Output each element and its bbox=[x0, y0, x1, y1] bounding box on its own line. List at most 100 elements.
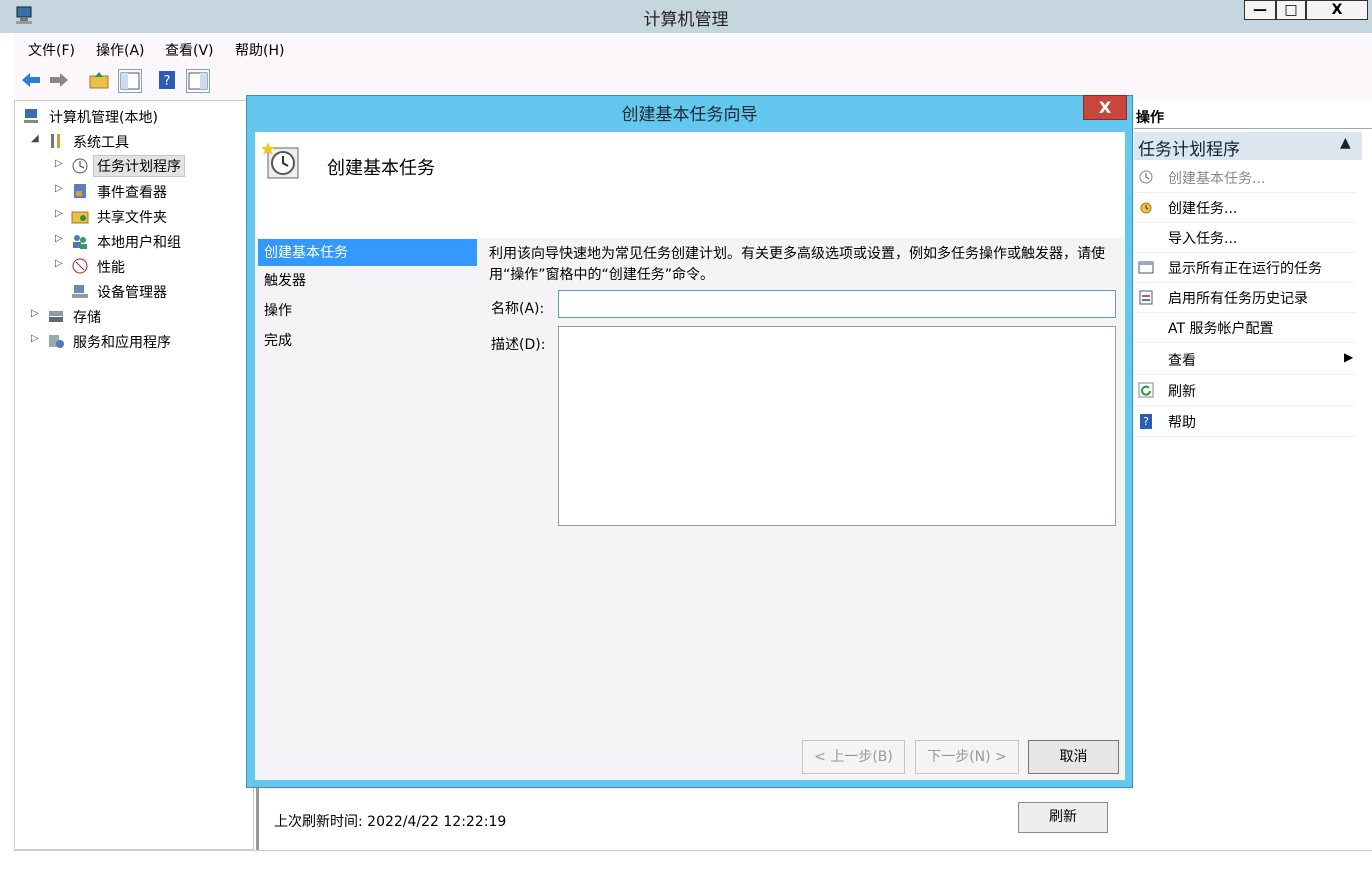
services-icon bbox=[49, 335, 64, 348]
step-label: 完成 bbox=[264, 333, 292, 349]
step-label: 创建基本任务 bbox=[264, 245, 348, 261]
menu-bar: 文件(F) 操作(A) 查看(V) 帮助(H) bbox=[14, 34, 1372, 64]
window-titlebar: 计算机管理 — □ X bbox=[0, 0, 1372, 33]
step-trigger[interactable]: 触发器 bbox=[258, 267, 477, 294]
history-icon bbox=[1139, 290, 1153, 305]
menu-help[interactable]: 帮助(H) bbox=[235, 40, 284, 60]
show-hide-tree-icon[interactable] bbox=[118, 69, 142, 93]
description-label: 描述(D): bbox=[491, 337, 546, 353]
tree-item-event-viewer[interactable]: ▷ 事件查看器 bbox=[15, 179, 251, 203]
maximize-button[interactable]: □ bbox=[1276, 0, 1306, 20]
step-create-basic-task[interactable]: 创建基本任务 bbox=[258, 239, 477, 266]
back-button[interactable]: < 上一步(B) bbox=[802, 740, 905, 774]
last-refresh-time: 上次刷新时间: 2022/4/22 12:22:19 bbox=[274, 814, 507, 830]
action-enable-history[interactable]: 启用所有任务历史记录 bbox=[1134, 282, 1356, 313]
actions-header-label: 操作 bbox=[1136, 110, 1164, 126]
action-label: 显示所有正在运行的任务 bbox=[1168, 261, 1322, 277]
svg-text:?: ? bbox=[1143, 415, 1149, 428]
window-title: 计算机管理 bbox=[643, 10, 729, 30]
menu-view[interactable]: 查看(V) bbox=[165, 40, 214, 60]
expand-arrow-icon[interactable]: ▷ bbox=[31, 333, 39, 344]
task-name-input[interactable] bbox=[558, 290, 1116, 318]
refresh-button[interactable]: 刷新 bbox=[1018, 802, 1108, 833]
tree-item-task-scheduler[interactable]: ▷ 任务计划程序 bbox=[15, 154, 251, 178]
action-refresh[interactable]: 刷新 bbox=[1134, 375, 1356, 406]
submenu-arrow-icon: ▶ bbox=[1344, 350, 1354, 364]
action-create-basic-task[interactable]: 创建基本任务... bbox=[1134, 162, 1356, 193]
action-label: 帮助 bbox=[1168, 415, 1196, 431]
tree-item-computer-management[interactable]: 计算机管理(本地) bbox=[15, 104, 251, 128]
expand-arrow-icon[interactable]: ▷ bbox=[55, 258, 63, 269]
dialog-close-button[interactable]: X bbox=[1083, 95, 1127, 120]
next-button[interactable]: 下一步(N) > bbox=[915, 740, 1019, 774]
action-show-running-tasks[interactable]: 显示所有正在运行的任务 bbox=[1134, 252, 1356, 283]
show-hide-action-pane-icon[interactable] bbox=[186, 69, 210, 93]
action-view[interactable]: 查看 ▶ bbox=[1134, 344, 1356, 375]
tree-item-system-tools[interactable]: ◢ 系统工具 bbox=[15, 129, 251, 153]
tree-label: 本地用户和组 bbox=[97, 235, 181, 251]
collapse-up-icon[interactable]: ▲ bbox=[1340, 135, 1351, 151]
expand-arrow-icon[interactable]: ▷ bbox=[55, 158, 63, 169]
svg-text:?: ? bbox=[164, 74, 171, 89]
name-label: 名称(A): bbox=[491, 301, 545, 317]
dialog-header bbox=[255, 132, 1125, 238]
minimize-button[interactable]: — bbox=[1244, 0, 1276, 20]
back-arrow-icon[interactable] bbox=[20, 69, 42, 91]
action-label: 启用所有任务历史记录 bbox=[1168, 291, 1308, 307]
step-finish[interactable]: 完成 bbox=[258, 327, 477, 354]
task-clock-icon bbox=[1139, 170, 1153, 184]
tree-item-performance[interactable]: ▷ 性能 bbox=[15, 254, 251, 278]
device-manager-icon bbox=[72, 285, 88, 298]
computer-icon bbox=[24, 109, 38, 123]
action-label: 刷新 bbox=[1168, 384, 1196, 400]
tree-item-storage[interactable]: ▷ 存储 bbox=[15, 304, 251, 328]
tree-label: 系统工具 bbox=[73, 135, 129, 151]
tree-label: 共享文件夹 bbox=[97, 210, 167, 226]
refresh-icon bbox=[1138, 382, 1154, 398]
event-viewer-icon bbox=[74, 184, 86, 198]
step-label: 触发器 bbox=[264, 273, 306, 289]
tree-label: 计算机管理(本地) bbox=[49, 110, 158, 126]
action-import-task[interactable]: 导入任务... bbox=[1134, 222, 1356, 253]
expand-arrow-icon[interactable]: ▷ bbox=[55, 233, 63, 244]
expand-arrow-icon[interactable]: ▷ bbox=[31, 308, 39, 319]
tree-label: 存储 bbox=[73, 310, 101, 326]
action-help[interactable]: ? 帮助 bbox=[1134, 406, 1356, 437]
tree-item-shared-folders[interactable]: ▷ 共享文件夹 bbox=[15, 204, 251, 228]
actions-header: 操作 bbox=[1134, 102, 1372, 129]
action-create-task[interactable]: 创建任务... bbox=[1134, 192, 1356, 223]
tree-item-device-manager[interactable]: 设备管理器 bbox=[15, 279, 251, 303]
create-task-icon bbox=[1140, 202, 1152, 214]
clock-icon bbox=[72, 158, 88, 174]
expand-arrow-icon[interactable]: ▷ bbox=[55, 183, 63, 194]
users-icon bbox=[73, 235, 87, 249]
actions-group-task-scheduler[interactable]: 任务计划程序 ▲ bbox=[1134, 132, 1362, 160]
tree-label: 性能 bbox=[97, 260, 125, 276]
action-label: AT 服务帐户配置 bbox=[1168, 321, 1274, 337]
tree-label: 任务计划程序 bbox=[93, 155, 185, 177]
step-action[interactable]: 操作 bbox=[258, 297, 477, 324]
close-button[interactable]: X bbox=[1306, 0, 1368, 20]
tree-item-local-users[interactable]: ▷ 本地用户和组 bbox=[15, 229, 251, 253]
performance-icon bbox=[72, 258, 88, 274]
up-folder-icon[interactable] bbox=[88, 69, 110, 91]
storage-icon bbox=[49, 311, 63, 322]
step-label: 操作 bbox=[264, 303, 292, 319]
action-label: 创建基本任务... bbox=[1168, 171, 1266, 187]
dialog-title: 创建基本任务向导 bbox=[621, 105, 758, 125]
menu-file[interactable]: 文件(F) bbox=[28, 40, 75, 60]
menu-action[interactable]: 操作(A) bbox=[96, 40, 145, 60]
task-description-input[interactable] bbox=[558, 326, 1116, 526]
help-icon[interactable]: ? bbox=[156, 69, 178, 91]
shared-folder-icon bbox=[71, 211, 89, 224]
forward-arrow-icon[interactable] bbox=[48, 69, 70, 91]
collapse-arrow-icon[interactable]: ◢ bbox=[31, 133, 39, 144]
cancel-button[interactable]: 取消 bbox=[1028, 740, 1119, 774]
tree-item-services-apps[interactable]: ▷ 服务和应用程序 bbox=[15, 329, 251, 353]
tools-icon bbox=[51, 134, 60, 148]
task-wizard-clock-icon bbox=[262, 142, 299, 179]
action-label: 导入任务... bbox=[1168, 231, 1238, 247]
action-at-service-account[interactable]: AT 服务帐户配置 bbox=[1134, 312, 1356, 343]
help-icon: ? bbox=[1140, 414, 1152, 429]
expand-arrow-icon[interactable]: ▷ bbox=[55, 208, 63, 219]
